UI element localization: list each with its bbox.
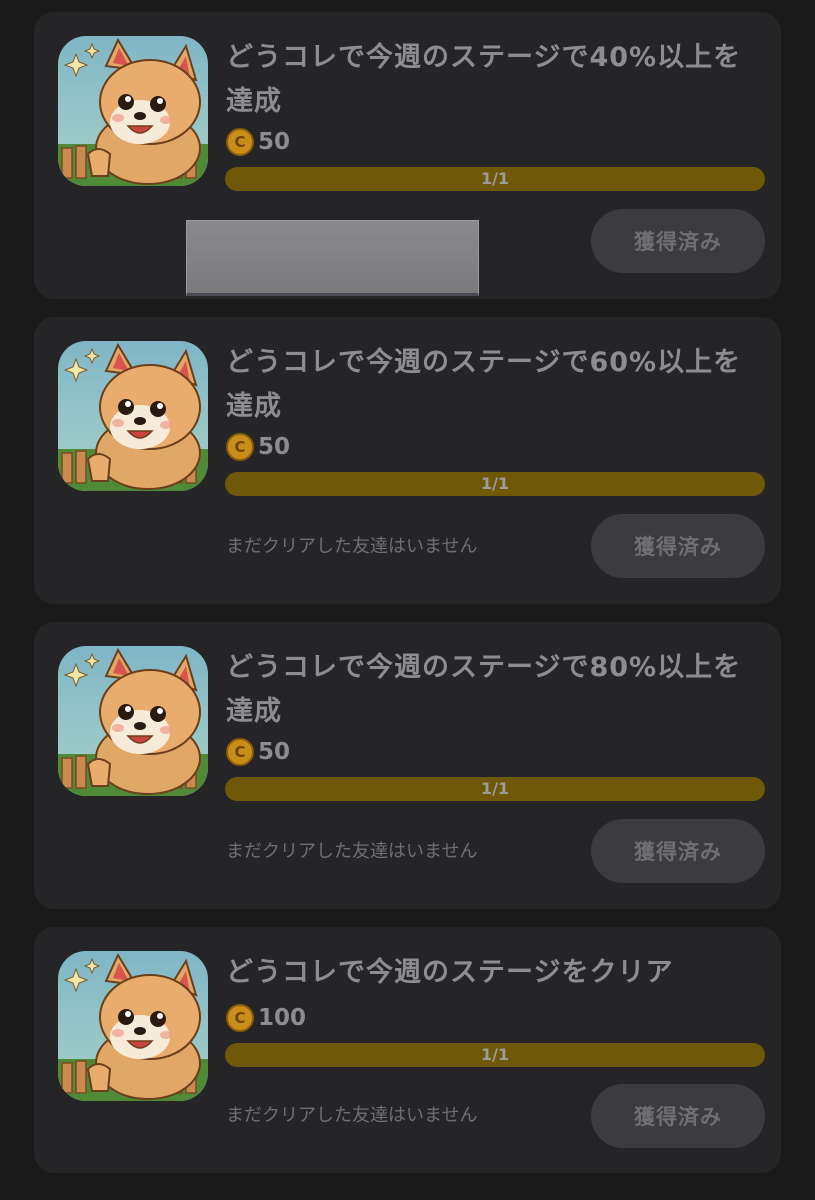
reward-amount: 50 [258, 434, 291, 460]
coin-icon: C [226, 738, 254, 766]
progress-bar: 1/1 [225, 167, 765, 191]
dog-app-icon [58, 36, 208, 186]
mission-card: どうコレで今週のステージで40%以上を達成 C 50 1/1 獲得済み [34, 12, 781, 299]
claimed-button[interactable]: 獲得済み [591, 1084, 765, 1148]
mission-list: どうコレで今週のステージで40%以上を達成 C 50 1/1 獲得済み どうコレ… [0, 0, 815, 1200]
redacted-region [186, 220, 479, 296]
dog-app-icon [58, 646, 208, 796]
dog-app-icon [58, 951, 208, 1101]
claimed-button[interactable]: 獲得済み [591, 209, 765, 273]
progress-text: 1/1 [480, 169, 510, 188]
mission-title: どうコレで今週のステージをクリア [226, 957, 674, 988]
reward: C 50 [226, 736, 290, 768]
progress-bar: 1/1 [225, 777, 765, 801]
mission-title: どうコレで今週のステージで40%以上を達成 [226, 42, 742, 117]
progress-text: 1/1 [480, 1045, 510, 1064]
friends-status-text: まだクリアした友達はいません [226, 841, 478, 862]
progress-text: 1/1 [480, 779, 510, 798]
friends-status-text: まだクリアした友達はいません [226, 536, 478, 557]
reward-amount: 50 [258, 129, 291, 155]
mission-card: どうコレで今週のステージで60%以上を達成 C 50 1/1 まだクリアした友達… [34, 317, 781, 604]
progress-bar: 1/1 [225, 472, 765, 496]
mission-card: どうコレで今週のステージをクリア C 100 1/1 まだクリアした友達はいませ… [34, 927, 781, 1173]
dog-app-icon [58, 341, 208, 491]
reward-amount: 100 [258, 1005, 307, 1031]
progress-bar: 1/1 [225, 1043, 765, 1067]
claimed-button[interactable]: 獲得済み [591, 819, 765, 883]
mission-card: どうコレで今週のステージで80%以上を達成 C 50 1/1 まだクリアした友達… [34, 622, 781, 909]
reward: C 50 [226, 431, 290, 463]
coin-icon: C [226, 128, 254, 156]
reward-amount: 50 [258, 739, 291, 765]
coin-icon: C [226, 1004, 254, 1032]
mission-title: どうコレで今週のステージで80%以上を達成 [226, 652, 742, 727]
progress-text: 1/1 [480, 474, 510, 493]
coin-icon: C [226, 433, 254, 461]
reward: C 100 [226, 1002, 306, 1034]
claimed-button[interactable]: 獲得済み [591, 514, 765, 578]
mission-title: どうコレで今週のステージで60%以上を達成 [226, 347, 742, 422]
friends-status-text: まだクリアした友達はいません [226, 1105, 478, 1126]
reward: C 50 [226, 126, 290, 158]
